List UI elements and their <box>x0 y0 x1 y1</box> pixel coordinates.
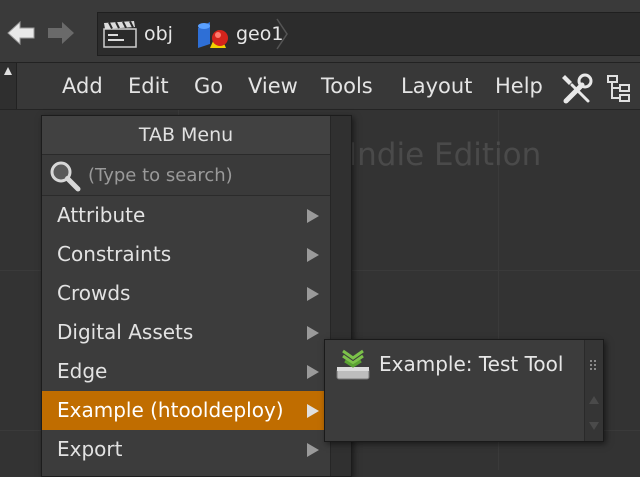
edition-watermark: Indie Edition <box>348 137 542 173</box>
tab-menu-item-label: Export <box>57 437 123 461</box>
path-field[interactable]: obj geo1 <box>97 12 640 56</box>
submenu-arrow-icon <box>307 248 319 262</box>
scene-clapperboard-icon <box>103 20 137 48</box>
tab-menu-search[interactable] <box>42 155 330 196</box>
tab-menu: TAB Menu Attribute Constraints Crowds Di… <box>41 115 352 477</box>
tab-menu-item-attribute[interactable]: Attribute <box>42 196 330 235</box>
tab-menu-item-label: Edge <box>57 359 108 383</box>
tab-menu-item-example-htooldeploy[interactable]: Example (htooldeploy) <box>42 391 330 430</box>
example-submenu: Example: Test Tool <box>324 339 604 442</box>
tree-view-icon[interactable] <box>604 73 634 103</box>
geometry-shapes-icon <box>198 22 228 48</box>
breadcrumb-obj[interactable]: obj <box>102 13 173 55</box>
tab-menu-title: TAB Menu <box>42 116 330 155</box>
submenu-arrow-icon <box>307 443 319 457</box>
submenu-item-label: Example: Test Tool <box>379 352 564 376</box>
submenu-scrollbar[interactable] <box>584 340 603 441</box>
tab-menu-item-export[interactable]: Export <box>42 430 330 469</box>
submenu-arrow-icon <box>307 287 319 301</box>
tab-menu-item-digital-assets[interactable]: Digital Assets <box>42 313 330 352</box>
tab-menu-item-label: Example (htooldeploy) <box>57 398 284 422</box>
tab-menu-item-crowds[interactable]: Crowds <box>42 274 330 313</box>
collapse-strip[interactable] <box>0 63 17 109</box>
menu-view[interactable]: View <box>248 63 298 109</box>
tool-shelf-icon <box>336 349 370 380</box>
grip-handle-icon[interactable] <box>585 358 603 374</box>
menu-help[interactable]: Help <box>495 63 543 109</box>
search-input[interactable] <box>88 161 324 189</box>
wrench-screwdriver-icon[interactable] <box>560 71 594 105</box>
menu-edit[interactable]: Edit <box>128 63 169 109</box>
collapse-up-arrow-icon[interactable] <box>0 64 16 78</box>
tab-menu-item-label: Attribute <box>57 203 146 227</box>
scroll-up-arrow-icon[interactable] <box>585 394 603 406</box>
menu-go[interactable]: Go <box>194 63 223 109</box>
submenu-arrow-icon <box>307 326 319 340</box>
menu-layout[interactable]: Layout <box>401 63 472 109</box>
path-bar: obj geo1 <box>0 0 640 63</box>
back-arrow-icon[interactable] <box>4 16 38 50</box>
submenu-arrow-icon <box>307 209 319 223</box>
tab-menu-item-label: Constraints <box>57 242 172 266</box>
submenu-item-example-test-tool[interactable]: Example: Test Tool <box>333 344 583 384</box>
submenu-arrow-icon <box>307 404 319 418</box>
menu-add[interactable]: Add <box>62 63 103 109</box>
tab-menu-item-constraints[interactable]: Constraints <box>42 235 330 274</box>
breadcrumb-obj-label: obj <box>144 23 173 45</box>
breadcrumb-geo1[interactable]: geo1 <box>196 13 283 55</box>
tab-menu-item-edge[interactable]: Edge <box>42 352 330 391</box>
network-toolbar: Add Edit Go View Tools Layout Help <box>0 63 640 110</box>
breadcrumb-geo1-label: geo1 <box>236 23 284 45</box>
tab-menu-item-label: Digital Assets <box>57 320 194 344</box>
forward-arrow-icon[interactable] <box>44 16 78 50</box>
scroll-down-arrow-icon[interactable] <box>585 420 603 432</box>
tab-menu-item-label: Crowds <box>57 281 131 305</box>
search-icon <box>50 161 81 192</box>
submenu-arrow-icon <box>307 365 319 379</box>
menu-tools[interactable]: Tools <box>321 63 373 109</box>
